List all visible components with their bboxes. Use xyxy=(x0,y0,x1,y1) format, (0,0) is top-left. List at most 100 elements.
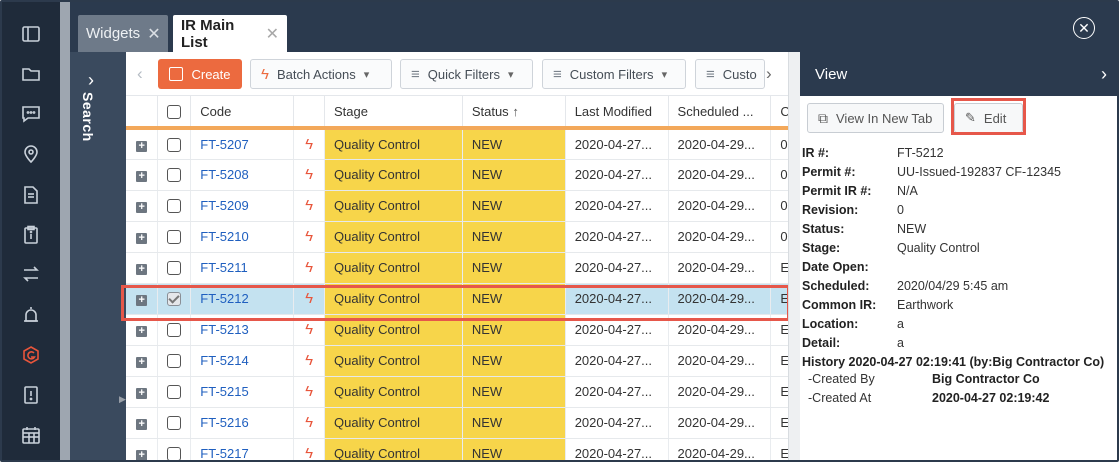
custom-view-dropdown[interactable]: ≡ Custo xyxy=(695,59,765,89)
alert-document-icon[interactable] xyxy=(19,383,43,407)
row-checkbox[interactable] xyxy=(157,438,192,460)
quick-action-bolt-icon[interactable]: ϟ xyxy=(293,314,325,346)
table-row[interactable]: + FT-5209 ϟ Quality Control NEW 2020-04-27...… xyxy=(126,190,788,222)
expand-row-icon[interactable]: + xyxy=(126,252,159,284)
row-status: NEW xyxy=(462,345,566,377)
table-row[interactable]: + FT-5215 ϟ Quality Control NEW 2020-04-27...… xyxy=(126,376,788,408)
row-code-link[interactable]: FT-5209 xyxy=(190,190,295,222)
transfer-icon[interactable] xyxy=(19,262,43,286)
view-in-new-tab-button[interactable]: ⧉ View In New Tab xyxy=(807,103,944,133)
select-all-checkbox[interactable] xyxy=(157,96,192,130)
table-row[interactable]: + FT-5210 ϟ Quality Control NEW 2020-04-27...… xyxy=(126,221,788,253)
tab-widgets[interactable]: Widgets ✕ xyxy=(78,15,168,52)
close-window-icon[interactable]: ✕ xyxy=(1073,17,1095,39)
row-status: NEW xyxy=(462,438,566,460)
scroll-left-icon[interactable]: ‹ xyxy=(137,64,143,84)
row-code-link[interactable]: FT-5212 xyxy=(190,283,295,315)
quick-action-bolt-icon[interactable]: ϟ xyxy=(293,407,325,439)
table-row[interactable]: + FT-5214 ϟ Quality Control NEW 2020-04-27...… xyxy=(126,345,788,377)
row-code-link[interactable]: FT-5213 xyxy=(190,314,295,346)
collapse-left-icon[interactable]: ▶ xyxy=(119,394,126,405)
tab-ir-main-list[interactable]: IR Main List ✕ xyxy=(173,15,287,52)
table-row[interactable]: + FT-5211 ϟ Quality Control NEW 2020-04-27...… xyxy=(126,252,788,284)
row-checkbox[interactable] xyxy=(157,283,192,315)
tab-bar: Widgets ✕ IR Main List ✕ ✕ xyxy=(70,2,1117,52)
row-checkbox[interactable] xyxy=(157,345,192,377)
column-header-last-modified[interactable]: Last Modified xyxy=(565,96,669,130)
expand-row-icon[interactable]: + xyxy=(126,345,159,377)
row-last-modified: 2020-04-27... xyxy=(565,190,669,222)
sidebar-icon[interactable] xyxy=(19,22,43,46)
quick-action-bolt-icon[interactable]: ϟ xyxy=(293,438,325,460)
quick-action-bolt-icon[interactable]: ϟ xyxy=(293,283,325,315)
document-export-icon[interactable] xyxy=(19,183,43,207)
expand-row-icon[interactable]: + xyxy=(126,190,159,222)
row-code-link[interactable]: FT-5214 xyxy=(190,345,295,377)
alarm-icon[interactable] xyxy=(19,303,43,327)
expand-row-icon[interactable]: + xyxy=(126,407,159,439)
column-header-status[interactable]: Status ↑ xyxy=(462,96,566,130)
expand-row-icon[interactable]: + xyxy=(126,221,159,253)
row-code-link[interactable]: FT-5211 xyxy=(190,252,295,284)
app-logo-icon[interactable] xyxy=(19,343,43,367)
batch-actions-dropdown[interactable]: ϟ Batch Actions ▾ xyxy=(250,59,392,89)
row-checkbox[interactable] xyxy=(157,190,192,222)
row-checkbox[interactable] xyxy=(157,128,192,160)
quick-filters-dropdown[interactable]: ≡ Quick Filters ▾ xyxy=(400,59,533,89)
quick-action-bolt-icon[interactable]: ϟ xyxy=(293,376,325,408)
location-pin-icon[interactable] xyxy=(19,142,43,166)
row-checkbox[interactable] xyxy=(157,376,192,408)
row-checkbox[interactable] xyxy=(157,221,192,253)
row-common: Earth xyxy=(770,345,788,377)
expand-row-icon[interactable]: + xyxy=(126,128,159,160)
scroll-right-icon[interactable]: › xyxy=(766,64,772,84)
column-header-scheduled[interactable]: Scheduled ... xyxy=(668,96,772,130)
table-row[interactable]: + FT-5217 ϟ Quality Control NEW 2020-04-27...… xyxy=(126,438,788,460)
search-panel-toggle[interactable]: › Search xyxy=(70,52,126,460)
clipboard-info-icon[interactable] xyxy=(19,223,43,247)
table-row[interactable]: + FT-5208 ϟ Quality Control NEW 2020-04-27...… xyxy=(126,159,788,191)
folder-icon[interactable] xyxy=(19,62,43,86)
row-code-link[interactable]: FT-5217 xyxy=(190,438,295,460)
quick-action-bolt-icon[interactable]: ϟ xyxy=(293,252,325,284)
table-row[interactable]: + FT-5212 ϟ Quality Control NEW 2020-04-27...… xyxy=(126,283,788,315)
custom-filters-dropdown[interactable]: ≡ Custom Filters ▾ xyxy=(542,59,686,89)
expand-row-icon[interactable]: + xyxy=(126,314,159,346)
row-checkbox[interactable] xyxy=(157,314,192,346)
row-code-link[interactable]: FT-5216 xyxy=(190,407,295,439)
row-checkbox[interactable] xyxy=(157,252,192,284)
panel-splitter[interactable] xyxy=(788,52,800,460)
quick-action-bolt-icon[interactable]: ϟ xyxy=(293,221,325,253)
detail-key: Scheduled: xyxy=(802,278,870,293)
row-stage: Quality Control xyxy=(324,159,463,191)
row-checkbox[interactable] xyxy=(157,407,192,439)
chevron-right-icon[interactable]: › xyxy=(1101,64,1107,85)
expand-row-icon[interactable]: + xyxy=(126,283,159,315)
column-header-common[interactable]: Com xyxy=(770,96,788,130)
close-tab-icon[interactable]: ✕ xyxy=(266,24,279,44)
row-code-link[interactable]: FT-5208 xyxy=(190,159,295,191)
row-code-link[interactable]: FT-5210 xyxy=(190,221,295,253)
quick-action-bolt-icon[interactable]: ϟ xyxy=(293,128,325,160)
row-code-link[interactable]: FT-5215 xyxy=(190,376,295,408)
calendar-icon[interactable] xyxy=(19,423,43,447)
column-header-stage[interactable]: Stage xyxy=(324,96,463,130)
expand-row-icon[interactable]: + xyxy=(126,159,159,191)
close-tab-icon[interactable]: ✕ xyxy=(147,24,160,44)
chat-icon[interactable] xyxy=(19,102,43,126)
quick-action-bolt-icon[interactable]: ϟ xyxy=(293,190,325,222)
expand-row-icon[interactable]: + xyxy=(126,438,159,460)
expand-row-icon[interactable]: + xyxy=(126,376,159,408)
table-row[interactable]: + FT-5216 ϟ Quality Control NEW 2020-04-27...… xyxy=(126,407,788,439)
column-header-code[interactable]: Code xyxy=(190,96,295,130)
create-button[interactable]: Create xyxy=(158,59,242,89)
row-scheduled: 2020-04-29... xyxy=(668,221,772,253)
row-stage: Quality Control xyxy=(324,190,463,222)
chevron-down-icon: ▾ xyxy=(661,68,668,81)
quick-action-bolt-icon[interactable]: ϟ xyxy=(293,159,325,191)
table-row[interactable]: + FT-5207 ϟ Quality Control NEW 2020-04-27...… xyxy=(126,128,788,160)
table-row[interactable]: + FT-5213 ϟ Quality Control NEW 2020-04-27...… xyxy=(126,314,788,346)
quick-action-bolt-icon[interactable]: ϟ xyxy=(293,345,325,377)
row-code-link[interactable]: FT-5207 xyxy=(190,128,295,160)
row-checkbox[interactable] xyxy=(157,159,192,191)
